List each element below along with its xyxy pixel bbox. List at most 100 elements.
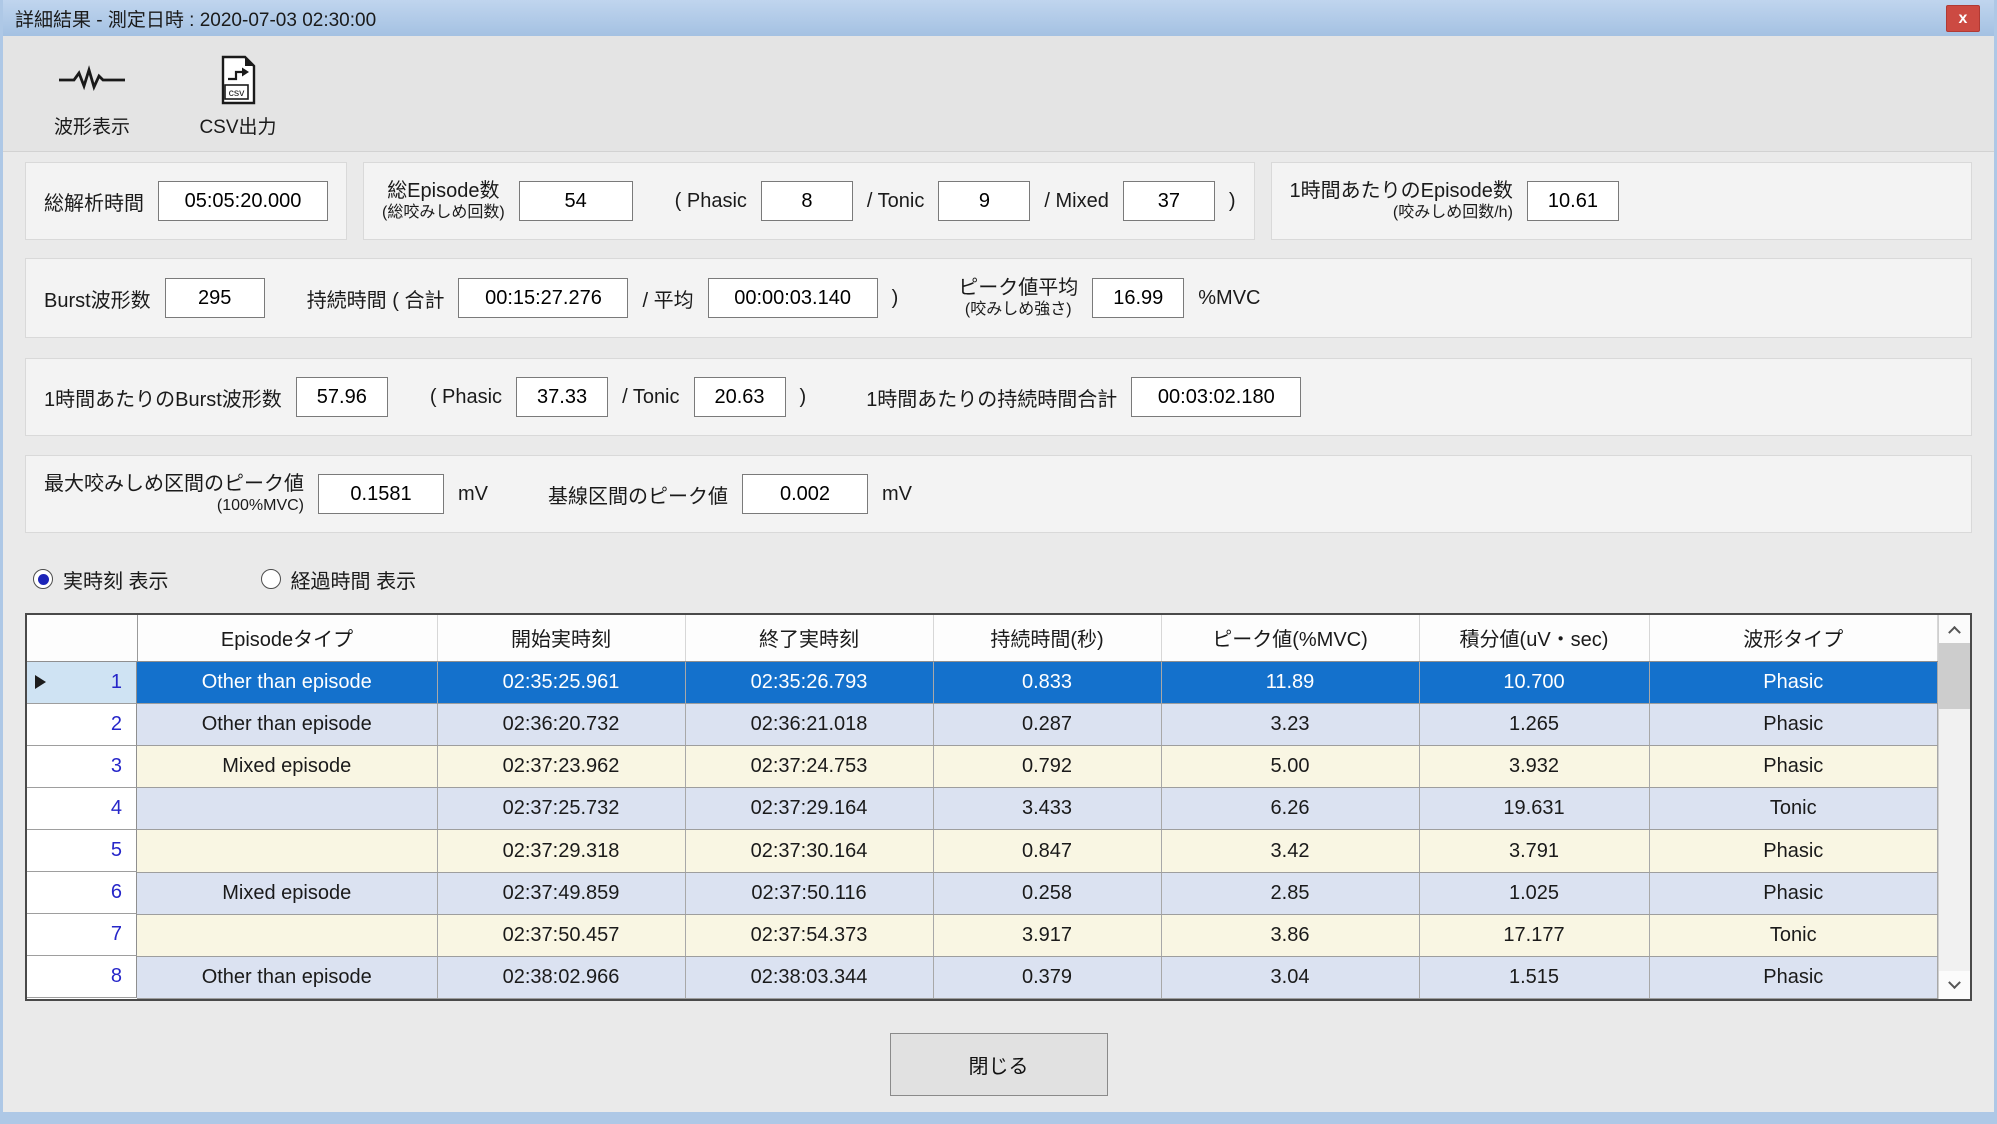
episode-type-cell[interactable]: Other than episode bbox=[137, 704, 437, 746]
header-duration[interactable]: 持続時間(秒) bbox=[933, 615, 1161, 661]
peak-cell[interactable]: 2.85 bbox=[1161, 872, 1419, 914]
duration-cell[interactable]: 3.433 bbox=[933, 788, 1161, 830]
wave-type-cell[interactable]: Phasic bbox=[1649, 661, 1938, 704]
start-time-cell[interactable]: 02:37:50.457 bbox=[437, 914, 685, 956]
table-row[interactable]: 5 02:37:29.318 02:37:30.164 0.847 3.42 3… bbox=[27, 830, 1938, 872]
end-time-cell[interactable]: 02:37:24.753 bbox=[685, 746, 933, 788]
row-header-cell[interactable]: 5 bbox=[27, 830, 137, 872]
wave-type-cell[interactable]: Phasic bbox=[1649, 956, 1938, 998]
burst-duration-total-value[interactable] bbox=[458, 278, 628, 318]
header-wave-type[interactable]: 波形タイプ bbox=[1649, 615, 1938, 661]
episode-type-cell[interactable] bbox=[137, 830, 437, 872]
episode-type-cell[interactable] bbox=[137, 788, 437, 830]
start-time-cell[interactable]: 02:36:20.732 bbox=[437, 704, 685, 746]
wave-type-cell[interactable]: Phasic bbox=[1649, 830, 1938, 872]
integral-cell[interactable]: 17.177 bbox=[1419, 914, 1649, 956]
row-header-cell[interactable]: 7 bbox=[27, 914, 137, 956]
csv-export-button[interactable]: csv CSV出力 bbox=[183, 46, 293, 142]
peak-cell[interactable]: 5.00 bbox=[1161, 746, 1419, 788]
waveform-display-button[interactable]: 波形表示 bbox=[37, 46, 147, 142]
end-time-cell[interactable]: 02:35:26.793 bbox=[685, 661, 933, 704]
integral-cell[interactable]: 1.025 bbox=[1419, 872, 1649, 914]
end-time-cell[interactable]: 02:36:21.018 bbox=[685, 704, 933, 746]
integral-cell[interactable]: 1.515 bbox=[1419, 956, 1649, 998]
table-row[interactable]: 4 02:37:25.732 02:37:29.164 3.433 6.26 1… bbox=[27, 788, 1938, 830]
burst-phasic-value[interactable] bbox=[516, 377, 608, 417]
table-row[interactable]: 3 Mixed episode 02:37:23.962 02:37:24.75… bbox=[27, 746, 1938, 788]
peak-cell[interactable]: 3.23 bbox=[1161, 704, 1419, 746]
scrollbar-thumb[interactable] bbox=[1939, 643, 1970, 709]
start-time-cell[interactable]: 02:38:02.966 bbox=[437, 956, 685, 998]
header-peak[interactable]: ピーク値(%MVC) bbox=[1161, 615, 1419, 661]
burst-duration-average-value[interactable] bbox=[708, 278, 878, 318]
table-row[interactable]: 6 Mixed episode 02:37:49.859 02:37:50.11… bbox=[27, 872, 1938, 914]
episode-type-cell[interactable]: Mixed episode bbox=[137, 746, 437, 788]
scroll-down-button[interactable] bbox=[1939, 971, 1970, 999]
episode-type-cell[interactable]: Mixed episode bbox=[137, 872, 437, 914]
wave-type-cell[interactable]: Phasic bbox=[1649, 704, 1938, 746]
episode-type-cell[interactable]: Other than episode bbox=[137, 956, 437, 998]
tonic-count-value[interactable] bbox=[938, 181, 1030, 221]
peak-cell[interactable]: 3.04 bbox=[1161, 956, 1419, 998]
peak-cell[interactable]: 3.86 bbox=[1161, 914, 1419, 956]
start-time-cell[interactable]: 02:37:25.732 bbox=[437, 788, 685, 830]
burst-tonic-value[interactable] bbox=[694, 377, 786, 417]
duration-per-hour-value[interactable] bbox=[1131, 377, 1301, 417]
duration-cell[interactable]: 3.917 bbox=[933, 914, 1161, 956]
header-end-time[interactable]: 終了実時刻 bbox=[685, 615, 933, 661]
start-time-cell[interactable]: 02:37:49.859 bbox=[437, 872, 685, 914]
window-close-button[interactable]: x bbox=[1946, 5, 1980, 32]
integral-cell[interactable]: 10.700 bbox=[1419, 661, 1649, 704]
row-header-cell[interactable]: 2 bbox=[27, 704, 137, 746]
end-time-cell[interactable]: 02:37:50.116 bbox=[685, 872, 933, 914]
wave-type-cell[interactable]: Phasic bbox=[1649, 872, 1938, 914]
table-row[interactable]: 2 Other than episode 02:36:20.732 02:36:… bbox=[27, 704, 1938, 746]
close-dialog-button[interactable]: 閉じる bbox=[890, 1033, 1108, 1096]
duration-cell[interactable]: 0.287 bbox=[933, 704, 1161, 746]
burst-per-hour-value[interactable] bbox=[296, 377, 388, 417]
table-row[interactable]: 1 Other than episode 02:35:25.961 02:35:… bbox=[27, 661, 1938, 704]
episode-type-cell[interactable] bbox=[137, 914, 437, 956]
mixed-count-value[interactable] bbox=[1123, 181, 1215, 221]
integral-cell[interactable]: 3.932 bbox=[1419, 746, 1649, 788]
wave-type-cell[interactable]: Tonic bbox=[1649, 788, 1938, 830]
integral-cell[interactable]: 3.791 bbox=[1419, 830, 1649, 872]
header-start-time[interactable]: 開始実時刻 bbox=[437, 615, 685, 661]
start-time-cell[interactable]: 02:35:25.961 bbox=[437, 661, 685, 704]
scroll-up-button[interactable] bbox=[1939, 615, 1970, 643]
burst-peak-average-value[interactable] bbox=[1092, 278, 1184, 318]
row-header-cell[interactable]: 4 bbox=[27, 788, 137, 830]
analysis-time-value[interactable] bbox=[158, 181, 328, 221]
header-episode-type[interactable]: Episodeタイプ bbox=[137, 615, 437, 661]
peak-cell[interactable]: 11.89 bbox=[1161, 661, 1419, 704]
phasic-count-value[interactable] bbox=[761, 181, 853, 221]
row-header-cell[interactable]: 3 bbox=[27, 746, 137, 788]
end-time-cell[interactable]: 02:37:54.373 bbox=[685, 914, 933, 956]
burst-count-value[interactable] bbox=[165, 278, 265, 318]
duration-cell[interactable]: 0.833 bbox=[933, 661, 1161, 704]
max-clench-peak-value[interactable] bbox=[318, 474, 444, 514]
vertical-scrollbar[interactable] bbox=[1938, 615, 1970, 999]
wave-type-cell[interactable]: Tonic bbox=[1649, 914, 1938, 956]
title-bar[interactable]: 詳細結果 - 測定日時 : 2020-07-03 02:30:00 x bbox=[3, 0, 1994, 36]
total-episodes-value[interactable] bbox=[519, 181, 633, 221]
start-time-cell[interactable]: 02:37:29.318 bbox=[437, 830, 685, 872]
duration-cell[interactable]: 0.379 bbox=[933, 956, 1161, 998]
episodes-per-hour-value[interactable] bbox=[1527, 181, 1619, 221]
end-time-cell[interactable]: 02:37:29.164 bbox=[685, 788, 933, 830]
radio-realtime[interactable]: 実時刻 表示 bbox=[33, 565, 169, 594]
table-row[interactable]: 7 02:37:50.457 02:37:54.373 3.917 3.86 1… bbox=[27, 914, 1938, 956]
end-time-cell[interactable]: 02:37:30.164 bbox=[685, 830, 933, 872]
duration-cell[interactable]: 0.792 bbox=[933, 746, 1161, 788]
peak-cell[interactable]: 6.26 bbox=[1161, 788, 1419, 830]
row-header-cell[interactable]: 1 bbox=[27, 662, 137, 704]
table-row[interactable]: 8 Other than episode 02:38:02.966 02:38:… bbox=[27, 956, 1938, 998]
row-header-cell[interactable]: 6 bbox=[27, 872, 137, 914]
baseline-peak-value[interactable] bbox=[742, 474, 868, 514]
row-header-cell[interactable]: 8 bbox=[27, 956, 137, 998]
end-time-cell[interactable]: 02:38:03.344 bbox=[685, 956, 933, 998]
peak-cell[interactable]: 3.42 bbox=[1161, 830, 1419, 872]
radio-elapsed[interactable]: 経過時間 表示 bbox=[261, 565, 417, 594]
wave-type-cell[interactable]: Phasic bbox=[1649, 746, 1938, 788]
duration-cell[interactable]: 0.847 bbox=[933, 830, 1161, 872]
